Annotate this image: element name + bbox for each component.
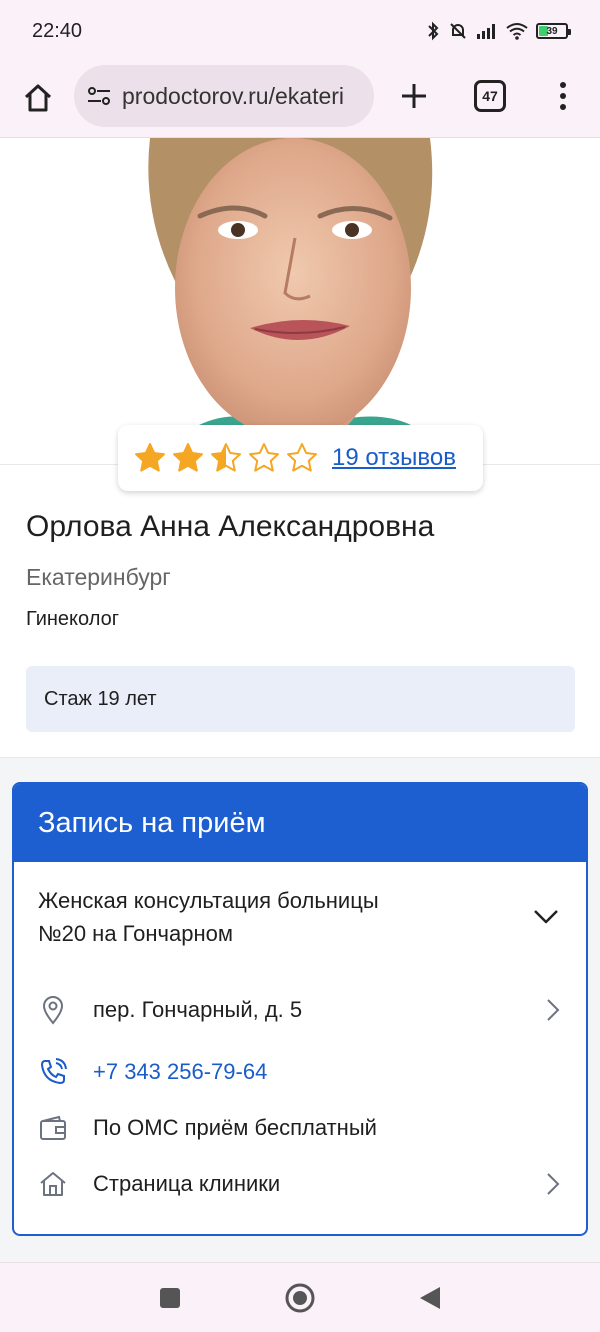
- star-filled-icon: [173, 443, 203, 472]
- star-empty-icon: [287, 443, 317, 472]
- experience-text: Стаж 19 лет: [44, 687, 157, 710]
- address-row[interactable]: пер. Гончарный, д. 5: [14, 990, 586, 1030]
- rating-badge[interactable]: 19 отзывов: [118, 425, 483, 491]
- clinic-page-row[interactable]: Страница клиники: [14, 1164, 586, 1204]
- back-button[interactable]: [412, 1280, 448, 1316]
- clinic-address: пер. Гончарный, д. 5: [93, 997, 303, 1022]
- recents-button[interactable]: [152, 1280, 188, 1316]
- home-button[interactable]: [18, 78, 58, 118]
- payment-info: По ОМС приём бесплатный: [93, 1115, 377, 1140]
- payment-row: По ОМС приём бесплатный: [14, 1108, 586, 1148]
- reviews-link[interactable]: 19 отзывов: [332, 444, 456, 472]
- battery-icon: 39: [536, 23, 571, 39]
- address-bar[interactable]: prodoctorov.ru/ekateri: [74, 65, 374, 127]
- chevron-right-icon: [547, 1173, 560, 1195]
- doctor-city: Екатеринбург: [26, 564, 171, 590]
- system-nav-bar: [0, 1262, 600, 1332]
- clinic-selector[interactable]: Женская консультация больницы №20 на Гон…: [38, 884, 538, 950]
- location-pin-icon: [38, 995, 68, 1025]
- wifi-icon: [506, 23, 528, 40]
- back-icon: [420, 1287, 440, 1309]
- bell-off-icon: [450, 23, 466, 39]
- home-icon: [24, 84, 52, 112]
- star-half-icon: [211, 443, 241, 472]
- phone-row[interactable]: +7 343 256-79-64: [14, 1052, 586, 1092]
- appointment-header: Запись на приём: [14, 784, 586, 862]
- battery-level: 39: [546, 25, 558, 37]
- experience-badge: Стаж 19 лет: [26, 666, 575, 732]
- status-bar: 22:40 39: [0, 0, 600, 62]
- wallet-icon: [38, 1113, 68, 1143]
- site-settings-icon[interactable]: [86, 85, 112, 107]
- home-circle-icon: [285, 1283, 315, 1313]
- doctor-specialty[interactable]: Гинеколог: [26, 608, 119, 631]
- clinic-name-line2: №20 на Гончарном: [38, 921, 233, 946]
- tab-count: 47: [482, 88, 498, 104]
- bluetooth-icon: [428, 21, 439, 41]
- menu-icon[interactable]: [548, 76, 578, 116]
- star-filled-icon: [135, 443, 165, 472]
- tabs-button[interactable]: 47: [474, 80, 506, 112]
- rating-stars: [134, 442, 318, 474]
- new-tab-icon: [402, 84, 426, 108]
- chevron-down-icon[interactable]: [532, 902, 560, 930]
- clinic-name-line1: Женская консультация больницы: [38, 888, 379, 913]
- building-icon: [38, 1169, 68, 1199]
- browser-toolbar: prodoctorov.ru/ekateri 47: [0, 62, 600, 138]
- chevron-right-icon: [547, 999, 560, 1021]
- signal-icon: [477, 24, 495, 39]
- status-time: 22:40: [32, 19, 83, 42]
- star-empty-icon: [249, 443, 279, 472]
- recents-icon: [160, 1288, 180, 1308]
- doctor-name: Орлова Анна Александровна: [26, 510, 435, 543]
- url-text: prodoctorov.ru/ekateri: [122, 82, 345, 109]
- clinic-phone[interactable]: +7 343 256-79-64: [93, 1059, 267, 1085]
- status-icons: 39: [426, 21, 571, 41]
- appointment-card: Запись на приём Женская консультация бол…: [12, 782, 588, 1236]
- new-tab-button[interactable]: [394, 76, 434, 116]
- clinic-page-link[interactable]: Страница клиники: [93, 1171, 280, 1197]
- doctor-photo: [0, 138, 600, 464]
- phone-icon: [38, 1057, 68, 1087]
- home-nav-button[interactable]: [282, 1280, 318, 1316]
